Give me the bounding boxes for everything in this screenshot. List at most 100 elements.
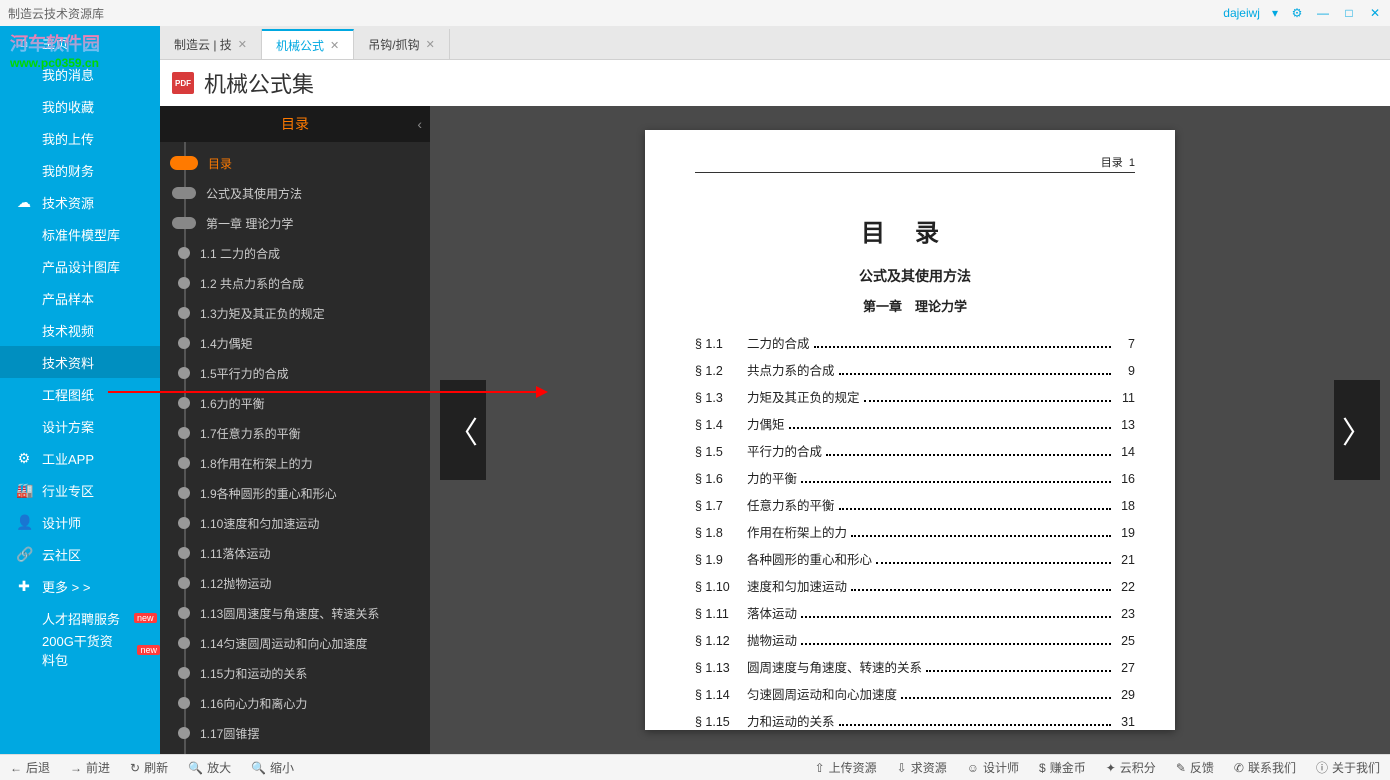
- back-icon: ←: [10, 761, 22, 775]
- toc-item-11[interactable]: 1.9各种圆形的重心和形心: [160, 478, 430, 508]
- sidebar-item-9[interactable]: 技术视频: [0, 314, 160, 346]
- sidebar-item-8[interactable]: 产品样本: [0, 282, 160, 314]
- sidebar-item-7[interactable]: 产品设计图库: [0, 250, 160, 282]
- toc-item-19[interactable]: 1.17圆锥摆: [160, 718, 430, 748]
- toc-item-1[interactable]: 公式及其使用方法: [160, 178, 430, 208]
- toc-item-18[interactable]: 1.16向心力和离心力: [160, 688, 430, 718]
- maximize-button[interactable]: □: [1342, 6, 1356, 20]
- forward-button[interactable]: →前进: [60, 759, 120, 776]
- toc-item-6[interactable]: 1.4力偶矩: [160, 328, 430, 358]
- refresh-icon: ↻: [130, 761, 140, 775]
- sidebar-item-1[interactable]: 我的消息: [0, 58, 160, 90]
- prev-page-button[interactable]: 〈: [440, 380, 486, 480]
- sidebar-item-16[interactable]: 🔗云社区: [0, 538, 160, 570]
- toc-dot-icon: [178, 607, 190, 619]
- toc-item-13[interactable]: 1.11落体运动: [160, 538, 430, 568]
- page-area: 〈 〉 目录 1 目录 公式及其使用方法 第一章 理论力学 § 1.1二力的合成…: [430, 106, 1390, 754]
- sidebar-item-3[interactable]: 我的上传: [0, 122, 160, 154]
- document-header: PDF 机械公式集: [160, 60, 1390, 106]
- toc-item-label: 目录: [208, 155, 232, 172]
- sidebar-item-4[interactable]: 我的财务: [0, 154, 160, 186]
- toc-item-3[interactable]: 1.1 二力的合成: [160, 238, 430, 268]
- sidebar-item-15[interactable]: 👤设计师: [0, 506, 160, 538]
- industry-icon: 🏭: [16, 482, 32, 499]
- home-icon: ⌂: [16, 34, 32, 50]
- toc-item-label: 1.7任意力系的平衡: [200, 425, 301, 442]
- sidebar-item-17[interactable]: ✚更多 > >: [0, 570, 160, 602]
- coin-button[interactable]: $赚金币: [1029, 759, 1096, 776]
- toc-item-9[interactable]: 1.7任意力系的平衡: [160, 418, 430, 448]
- sidebar-item-12[interactable]: 设计方案: [0, 410, 160, 442]
- sidebar-item-2[interactable]: 我的收藏: [0, 90, 160, 122]
- sidebar-item-13[interactable]: ⚙工业APP: [0, 442, 160, 474]
- toc-body[interactable]: 目录公式及其使用方法第一章 理论力学 1.1 二力的合成1.2 共点力系的合成 1.…: [160, 142, 430, 754]
- request-button[interactable]: ⇩求资源: [887, 759, 957, 776]
- sidebar-item-0[interactable]: ⌂主页: [0, 26, 160, 58]
- toc-item-8[interactable]: 1.6力的平衡: [160, 388, 430, 418]
- toc-item-label: 公式及其使用方法: [206, 185, 302, 202]
- user-dropdown-icon[interactable]: ▾: [1272, 6, 1278, 20]
- sidebar-item-11[interactable]: 工程图纸: [0, 378, 160, 410]
- tab-close-icon[interactable]: ✕: [426, 38, 435, 51]
- tab-1[interactable]: 机械公式✕: [262, 29, 354, 59]
- sidebar-item-5[interactable]: ☁技术资源: [0, 186, 160, 218]
- toc-item-12[interactable]: 1.10速度和匀加速运动: [160, 508, 430, 538]
- back-button[interactable]: ←后退: [0, 759, 60, 776]
- toc-item-label: 1.14匀速圆周运动和向心加速度: [200, 635, 367, 652]
- tab-2[interactable]: 吊钩/抓钩 ✕: [354, 29, 450, 59]
- feedback-button[interactable]: ✎反馈: [1166, 759, 1224, 776]
- toc-item-0[interactable]: 目录: [160, 148, 430, 178]
- sidebar-item-label: 技术资料: [42, 353, 94, 372]
- toc-item-5[interactable]: 1.3力矩及其正负的规定: [160, 298, 430, 328]
- toc-item-14[interactable]: 1.12抛物运动: [160, 568, 430, 598]
- sidebar-item-6[interactable]: 标准件模型库: [0, 218, 160, 250]
- tab-0[interactable]: 制造云 | 技✕: [160, 29, 262, 59]
- toc-dot-icon: [170, 156, 198, 170]
- minimize-button[interactable]: —: [1316, 6, 1330, 20]
- sidebar-item-18[interactable]: 人才招聘服务new: [0, 602, 160, 634]
- toc-item-label: 第一章 理论力学: [206, 215, 293, 232]
- username[interactable]: dajeiwj: [1223, 6, 1260, 20]
- points-button[interactable]: ✦云积分: [1096, 759, 1166, 776]
- request-icon: ⇩: [897, 761, 907, 775]
- toc-collapse-icon[interactable]: ‹: [417, 116, 422, 132]
- page-title: 目录: [695, 213, 1135, 248]
- close-button[interactable]: ✕: [1368, 6, 1382, 20]
- refresh-button[interactable]: ↻刷新: [120, 759, 178, 776]
- toc-dot-icon: [178, 667, 190, 679]
- page-toc-line: § 1.9各种圆形的重心和形心21: [695, 549, 1135, 568]
- toc-item-label: 1.5平行力的合成: [200, 365, 289, 382]
- toc-item-4[interactable]: 1.2 共点力系的合成: [160, 268, 430, 298]
- page-toc-line: § 1.3力矩及其正负的规定11: [695, 387, 1135, 406]
- toc-item-17[interactable]: 1.15力和运动的关系: [160, 658, 430, 688]
- toc-item-16[interactable]: 1.14匀速圆周运动和向心加速度: [160, 628, 430, 658]
- page-toc-line: § 1.6力的平衡16: [695, 468, 1135, 487]
- toc-item-7[interactable]: 1.5平行力的合成: [160, 358, 430, 388]
- contact-button[interactable]: ✆联系我们: [1224, 759, 1306, 776]
- sidebar-item-10[interactable]: 技术资料: [0, 346, 160, 378]
- toc-dot-icon: [178, 307, 190, 319]
- settings-icon[interactable]: ⚙: [1290, 6, 1304, 20]
- toc-item-label: 1.3力矩及其正负的规定: [200, 305, 325, 322]
- upload-button[interactable]: ⇧上传资源: [805, 759, 887, 776]
- toc-item-label: 1.12抛物运动: [200, 575, 271, 592]
- page-toc-line: § 1.10速度和匀加速运动22: [695, 576, 1135, 595]
- tab-label: 吊钩/抓钩: [368, 36, 419, 53]
- toc-item-2[interactable]: 第一章 理论力学: [160, 208, 430, 238]
- next-page-button[interactable]: 〉: [1334, 380, 1380, 480]
- feedback-icon: ✎: [1176, 761, 1186, 775]
- table-of-contents: 目录 ‹ 目录公式及其使用方法第一章 理论力学 1.1 二力的合成1.2 共点力系…: [160, 106, 430, 754]
- forward-icon: →: [70, 761, 82, 775]
- sidebar-item-14[interactable]: 🏭行业专区: [0, 474, 160, 506]
- sidebar-item-19[interactable]: 200G干货资料包new: [0, 634, 160, 666]
- toc-item-15[interactable]: 1.13圆周速度与角速度、转速关系: [160, 598, 430, 628]
- toc-item-10[interactable]: 1.8作用在桁架上的力: [160, 448, 430, 478]
- zoomin-button[interactable]: 🔍放大: [178, 759, 241, 776]
- about-button[interactable]: ⓘ关于我们: [1306, 759, 1390, 776]
- coin-icon: $: [1039, 761, 1046, 775]
- designer-button[interactable]: ☺设计师: [957, 759, 1029, 776]
- zoomout-button[interactable]: 🔍缩小: [241, 759, 304, 776]
- tab-close-icon[interactable]: ✕: [238, 38, 247, 51]
- bottombar: ←后退 →前进 ↻刷新 🔍放大 🔍缩小 ⇧上传资源 ⇩求资源 ☺设计师 $赚金币…: [0, 754, 1390, 780]
- tab-close-icon[interactable]: ✕: [330, 39, 339, 52]
